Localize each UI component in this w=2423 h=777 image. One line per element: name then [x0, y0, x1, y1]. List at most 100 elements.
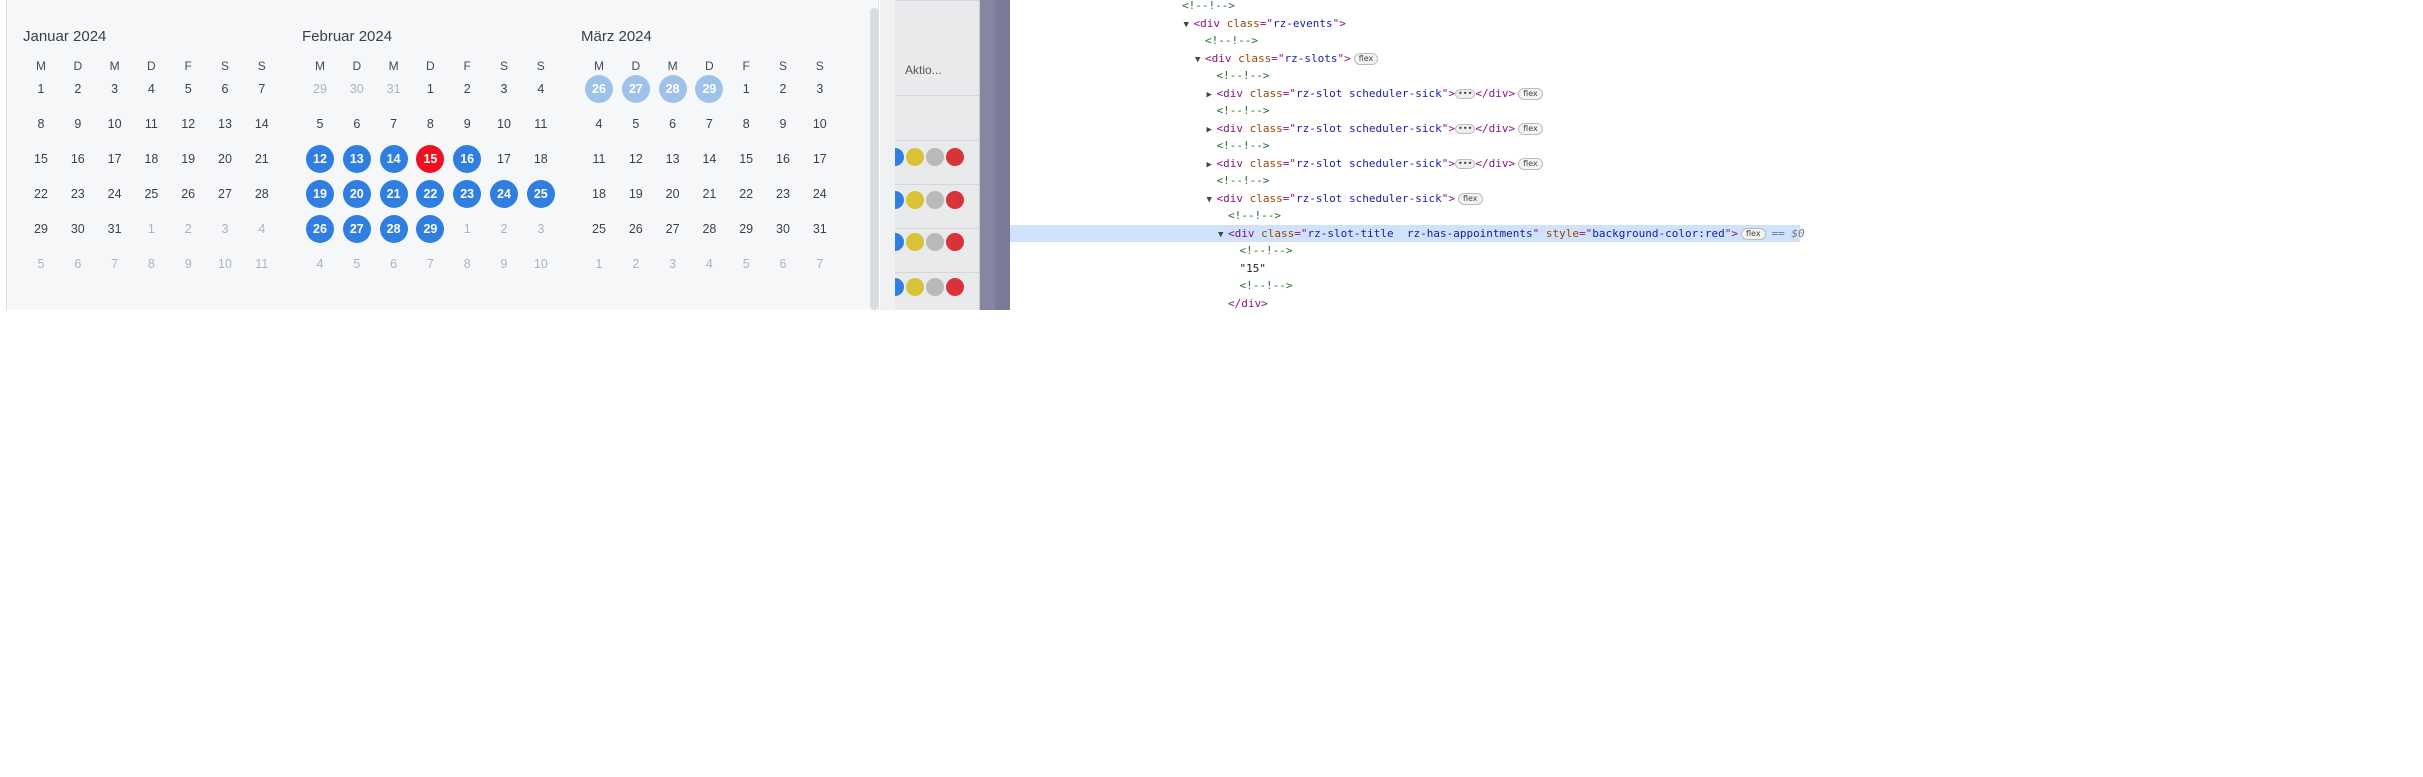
calendar-day[interactable]: 9	[769, 110, 797, 138]
dom-node-line[interactable]: <!--!-->	[1010, 242, 2423, 259]
calendar-day[interactable]: 27	[659, 215, 687, 243]
dom-node-line[interactable]: <!--!-->	[1010, 32, 2423, 49]
clock-icon[interactable]	[926, 191, 944, 209]
calendar-day[interactable]: 1	[453, 215, 481, 243]
calendar-day[interactable]: 5	[732, 250, 760, 278]
calendar-day[interactable]: 1	[732, 75, 760, 103]
calendar-day[interactable]: 9	[453, 110, 481, 138]
calendar-day[interactable]: 15	[27, 145, 55, 173]
calendar-day[interactable]: 8	[137, 250, 165, 278]
calendar-day[interactable]: 11	[585, 145, 613, 173]
calendar-day[interactable]: 11	[248, 250, 276, 278]
calendar-day[interactable]: 5	[622, 110, 650, 138]
calendar-day[interactable]: 10	[101, 110, 129, 138]
note-icon[interactable]	[906, 191, 924, 209]
calendar-day[interactable]: 29	[695, 75, 724, 103]
calendar-day[interactable]: 7	[416, 250, 444, 278]
calendar-day[interactable]: 22	[416, 180, 445, 208]
calendar-day[interactable]: 30	[343, 75, 371, 103]
calendar-day[interactable]: 14	[695, 145, 723, 173]
calendar-day[interactable]: 10	[527, 250, 555, 278]
calendar-day[interactable]: 17	[490, 145, 518, 173]
calendar-day[interactable]: 7	[101, 250, 129, 278]
note-icon[interactable]	[906, 233, 924, 251]
calendar-day[interactable]: 2	[490, 215, 518, 243]
dom-node-line[interactable]: <!--!-->	[1010, 172, 2423, 189]
calendar-day[interactable]: 4	[585, 110, 613, 138]
collapse-triangle-icon[interactable]: ▶	[1207, 87, 1217, 104]
calendar-day[interactable]: 9	[490, 250, 518, 278]
calendar-day[interactable]: 3	[659, 250, 687, 278]
calendar-day[interactable]: 1	[27, 75, 55, 103]
calendar-day[interactable]: 19	[622, 180, 650, 208]
calendar-day[interactable]: 20	[342, 180, 371, 208]
dom-node-line[interactable]: <!--!-->	[1010, 277, 2423, 294]
calendar-day[interactable]: 12	[622, 145, 650, 173]
calendar-day[interactable]: 2	[64, 75, 92, 103]
dom-node-line[interactable]: </div>	[1010, 295, 2423, 312]
dom-node-line[interactable]: "15"	[1010, 260, 2423, 277]
calendar-day[interactable]: 2	[769, 75, 797, 103]
calendar-day[interactable]: 14	[379, 145, 408, 173]
dom-node-line[interactable]: ▼ <div class="rz-events">	[1010, 15, 2423, 32]
calendar-day[interactable]: 7	[248, 75, 276, 103]
calendar-day[interactable]: 4	[248, 215, 276, 243]
calendar-day[interactable]: 21	[379, 180, 408, 208]
dom-node-line[interactable]: ▶ <div class="rz-slot scheduler-sick"> •••…	[1010, 85, 2423, 102]
calendar-day[interactable]: 4	[306, 250, 334, 278]
calendar-day[interactable]: 22	[732, 180, 760, 208]
calendar-day[interactable]: 23	[64, 180, 92, 208]
calendar-day[interactable]: 28	[379, 215, 408, 243]
calendar-day[interactable]: 28	[695, 215, 723, 243]
flex-badge[interactable]: flex	[1741, 227, 1766, 240]
calendar-day[interactable]: 7	[695, 110, 723, 138]
calendar-day[interactable]: 6	[64, 250, 92, 278]
dom-node-line[interactable]: <!--!-->	[1010, 102, 2423, 119]
calendar-day[interactable]: 31	[101, 215, 129, 243]
calendar-day[interactable]: 31	[806, 215, 834, 243]
calendar-day[interactable]: 17	[101, 145, 129, 173]
calendar-day[interactable]: 13	[342, 145, 371, 173]
calendar-day[interactable]: 19	[174, 145, 202, 173]
calendar-day[interactable]: 27	[211, 180, 239, 208]
dom-node-selected[interactable]: ▼ <div class="rz-slot-title rz-has-appoin…	[1010, 224, 1805, 242]
calendar-day[interactable]: 22	[27, 180, 55, 208]
calendar-day[interactable]: 3	[490, 75, 518, 103]
dom-node-line[interactable]: ▼ <div class="rz-slot scheduler-sick"> fle…	[1010, 190, 2423, 207]
note-icon[interactable]	[906, 278, 924, 296]
delete-icon[interactable]	[946, 191, 964, 209]
calendar-day[interactable]: 8	[732, 110, 760, 138]
calendar-day[interactable]: 6	[343, 110, 371, 138]
dom-node-line[interactable]: ▶ <div class="rz-slot scheduler-sick"> •••…	[1010, 155, 2423, 172]
calendar-day[interactable]: 29	[306, 75, 334, 103]
calendar-day[interactable]: 8	[416, 110, 444, 138]
calendar-day[interactable]: 8	[27, 110, 55, 138]
calendar-day[interactable]: 11	[527, 110, 555, 138]
calendar-day[interactable]: 6	[380, 250, 408, 278]
calendar-day[interactable]: 6	[211, 75, 239, 103]
calendar-day[interactable]: 20	[659, 180, 687, 208]
calendar-day[interactable]: 17	[806, 145, 834, 173]
calendar-day[interactable]: 26	[622, 215, 650, 243]
delete-icon[interactable]	[946, 148, 964, 166]
calendar-day[interactable]: 24	[490, 180, 518, 208]
ellipsis-icon[interactable]: •••	[1454, 158, 1476, 169]
calendar-day[interactable]: 9	[174, 250, 202, 278]
calendar-day[interactable]: 2	[453, 75, 481, 103]
flex-badge[interactable]: flex	[1518, 157, 1543, 170]
calendar-day[interactable]: 5	[343, 250, 371, 278]
calendar-day[interactable]: 3	[101, 75, 129, 103]
calendar-day[interactable]: 5	[174, 75, 202, 103]
calendar-day[interactable]: 29	[732, 215, 760, 243]
calendar-day[interactable]: 16	[453, 145, 482, 173]
calendar-day[interactable]: 26	[174, 180, 202, 208]
calendar-day[interactable]: 30	[64, 215, 92, 243]
calendar-day[interactable]: 6	[769, 250, 797, 278]
calendar-day[interactable]: 2	[622, 250, 650, 278]
calendar-day[interactable]: 6	[659, 110, 687, 138]
calendar-day[interactable]: 4	[527, 75, 555, 103]
calendar-day[interactable]: 9	[64, 110, 92, 138]
expand-triangle-icon[interactable]: ▼	[1195, 52, 1205, 69]
calendar-day[interactable]: 31	[380, 75, 408, 103]
dom-node-line[interactable]: ▶ <div class="rz-slot scheduler-sick"> •••…	[1010, 120, 2423, 137]
